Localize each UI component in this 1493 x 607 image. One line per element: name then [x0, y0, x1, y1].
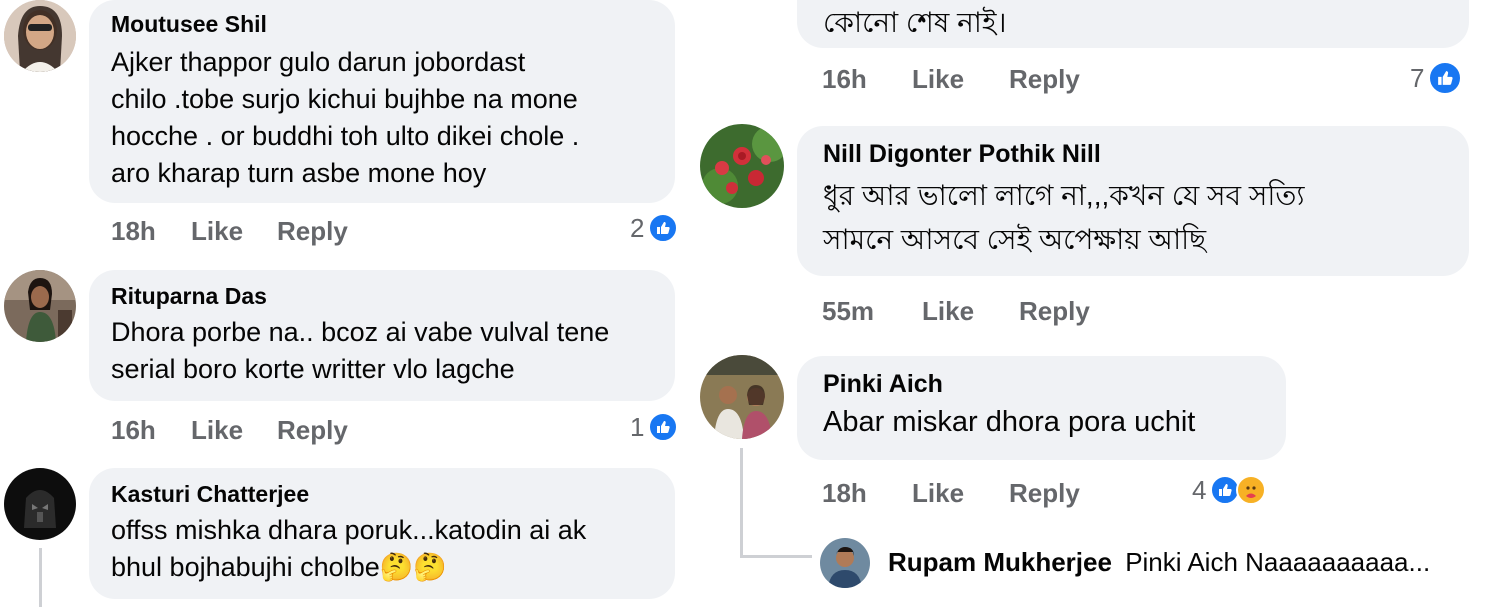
- reply-button[interactable]: Reply: [1009, 478, 1080, 508]
- thumbs-up-icon: [648, 213, 679, 243]
- avatar[interactable]: [700, 124, 784, 208]
- comment-actions: 16h Like Reply: [822, 64, 1142, 94]
- commenter-name[interactable]: Kasturi Chatterjee: [111, 480, 653, 508]
- comment-actions: 16h Like Reply: [111, 415, 411, 445]
- avatar[interactable]: [4, 270, 76, 342]
- comment-bubble: Pinki Aich Abar miskar dhora pora uchit: [797, 356, 1286, 460]
- thumbs-up-icon: [648, 412, 679, 442]
- thread-line: [39, 548, 42, 607]
- reaction-summary[interactable]: 7: [1410, 61, 1463, 95]
- like-button[interactable]: Like: [912, 64, 964, 94]
- comment-text: Ajker thappor gulo darun jobordast chilo…: [111, 47, 580, 188]
- comment-time[interactable]: 18h: [822, 478, 867, 508]
- reaction-count: 1: [630, 412, 645, 442]
- reply-button[interactable]: Reply: [277, 216, 348, 246]
- reply-button[interactable]: Reply: [1019, 296, 1090, 326]
- comment-time[interactable]: 18h: [111, 216, 156, 246]
- commenter-name[interactable]: Moutusee Shil: [111, 10, 653, 38]
- comment-text: কোনো শেষ নাই।: [823, 7, 1007, 38]
- comment-text: offss mishka dhara poruk...katodin ai ak…: [111, 515, 587, 582]
- care-reaction-icon: [1236, 475, 1267, 505]
- thread-line: [740, 448, 743, 558]
- comment-bubble: কোনো শেষ নাই।: [797, 0, 1469, 48]
- reply-button[interactable]: Reply: [1009, 64, 1080, 94]
- comment-bubble: Nill Digonter Pothik Nill ধুর আর ভালো লা…: [797, 126, 1469, 276]
- avatar[interactable]: [820, 538, 870, 588]
- comment-actions: 18h Like Reply: [111, 216, 411, 246]
- comment-bubble: Moutusee Shil Ajker thappor gulo darun j…: [89, 0, 675, 203]
- commenter-name[interactable]: Rituparna Das: [111, 282, 653, 310]
- like-button[interactable]: Like: [191, 216, 243, 246]
- avatar[interactable]: [4, 468, 76, 540]
- comment-time[interactable]: 55m: [822, 296, 874, 326]
- like-button[interactable]: Like: [191, 415, 243, 445]
- avatar[interactable]: [700, 355, 784, 439]
- comment-actions: 55m Like Reply: [822, 296, 1142, 326]
- reaction-summary[interactable]: 4: [1192, 475, 1267, 505]
- comment-text: ধুর আর ভালো লাগে না,,,কখন যে সব সত্যি সা…: [823, 180, 1305, 255]
- reaction-summary[interactable]: 1: [630, 412, 679, 442]
- commenter-name[interactable]: Pinki Aich: [823, 370, 1260, 398]
- reaction-count: 4: [1192, 475, 1207, 505]
- comment-actions: 18h Like Reply: [822, 478, 1142, 508]
- thread-line: [740, 555, 812, 558]
- comment-text: Abar miskar dhora pora uchit: [823, 406, 1196, 438]
- avatar[interactable]: [4, 0, 76, 72]
- reply-preview[interactable]: Rupam Mukherjee Pinki Aich Naaaaaaaaaa..…: [888, 546, 1430, 578]
- reply-button[interactable]: Reply: [277, 415, 348, 445]
- comment-bubble: Rituparna Das Dhora porbe na.. bcoz ai v…: [89, 270, 675, 401]
- reaction-summary[interactable]: 2: [630, 213, 679, 243]
- comment-text: Dhora porbe na.. bcoz ai vabe vulval ten…: [111, 317, 610, 384]
- reply-author[interactable]: Rupam Mukherjee: [888, 547, 1112, 577]
- comment-bubble: Kasturi Chatterjee offss mishka dhara po…: [89, 468, 675, 599]
- reply-snippet: Pinki Aich Naaaaaaaaaa...: [1125, 547, 1431, 577]
- commenter-name[interactable]: Nill Digonter Pothik Nill: [823, 140, 1443, 168]
- comment-time[interactable]: 16h: [822, 64, 867, 94]
- reaction-count: 7: [1410, 63, 1425, 93]
- like-button[interactable]: Like: [912, 478, 964, 508]
- comment-time[interactable]: 16h: [111, 415, 156, 445]
- reaction-count: 2: [630, 213, 645, 243]
- like-button[interactable]: Like: [922, 296, 974, 326]
- thumbs-up-icon: [1428, 61, 1463, 95]
